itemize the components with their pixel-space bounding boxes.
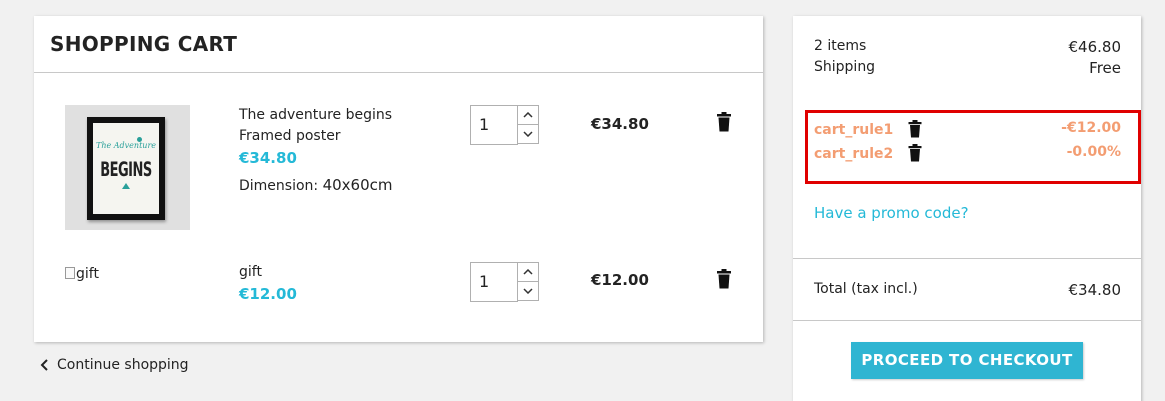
- quantity-increase-button[interactable]: [517, 105, 539, 125]
- quantity-input[interactable]: 1: [470, 262, 518, 302]
- chevron-left-icon: [40, 359, 48, 371]
- discount-value: -€12.00: [1061, 120, 1121, 136]
- product-image-adventure-poster[interactable]: The Adventure BEGINS: [65, 105, 190, 230]
- quantity-decrease-button[interactable]: [517, 281, 539, 301]
- continue-shopping-link[interactable]: Continue shopping: [40, 357, 189, 373]
- total-label: Total (tax incl.): [814, 281, 918, 297]
- cart-divider: [34, 72, 763, 73]
- broken-image-icon: [65, 267, 75, 279]
- cart-panel: SHOPPING CART The Adventure BEGINS The a…: [34, 16, 763, 342]
- poster-art-word: BEGINS: [100, 159, 152, 182]
- product-unit-price: €12.00: [239, 285, 297, 303]
- trash-icon[interactable]: [716, 269, 732, 289]
- items-subtotal-value: €46.80: [1068, 38, 1122, 56]
- product-attribute: Dimension: 40x60cm: [239, 176, 393, 194]
- promo-code-link[interactable]: Have a promo code?: [814, 204, 969, 222]
- product-image-gift[interactable]: gift: [65, 266, 99, 282]
- summary-divider: [793, 258, 1141, 259]
- product-name-link[interactable]: The adventure begins: [239, 107, 392, 123]
- discount-value: -0.00%: [1066, 144, 1121, 160]
- cart-summary: 2 items €46.80 Shipping Free cart_rule1 …: [793, 16, 1141, 401]
- items-count-label: 2 items: [814, 38, 867, 54]
- discount-row: cart_rule2 -0.00%: [814, 144, 1121, 162]
- shipping-label: Shipping: [814, 59, 876, 75]
- quantity-increase-button[interactable]: [517, 262, 539, 282]
- attribute-value: 40x60cm: [322, 176, 393, 194]
- proceed-to-checkout-button[interactable]: PROCEED TO CHECKOUT: [851, 342, 1083, 379]
- image-alt-text: gift: [76, 266, 99, 282]
- cart-title: SHOPPING CART: [50, 32, 238, 56]
- quantity-decrease-button[interactable]: [517, 124, 539, 144]
- items-subtotal-row: 2 items €46.80: [814, 38, 1122, 56]
- quantity-input[interactable]: 1: [470, 105, 518, 145]
- shipping-row: Shipping Free: [814, 59, 1121, 77]
- continue-shopping-label: Continue shopping: [57, 357, 189, 373]
- line-total: €12.00: [591, 271, 649, 289]
- chevron-up-icon: [523, 269, 533, 275]
- line-total: €34.80: [591, 115, 649, 133]
- trash-icon[interactable]: [716, 112, 732, 132]
- trash-icon[interactable]: [908, 120, 922, 138]
- quantity-stepper[interactable]: 1: [470, 262, 540, 302]
- total-value: €34.80: [1068, 281, 1122, 299]
- chevron-down-icon: [523, 131, 533, 137]
- chevron-down-icon: [523, 288, 533, 294]
- chevron-up-icon: [523, 112, 533, 118]
- quantity-stepper[interactable]: 1: [470, 105, 540, 145]
- discount-name: cart_rule2: [814, 146, 894, 162]
- attribute-label: Dimension:: [239, 178, 319, 194]
- product-unit-price: €34.80: [239, 149, 297, 167]
- poster-art-script: The Adventure: [96, 141, 156, 150]
- discount-row: cart_rule1 -€12.00: [814, 120, 1121, 138]
- product-subtitle: Framed poster: [239, 128, 341, 144]
- total-row: Total (tax incl.) €34.80: [814, 281, 1122, 299]
- poster-mat: The Adventure BEGINS: [93, 123, 159, 214]
- summary-divider: [793, 320, 1141, 321]
- poster-frame: The Adventure BEGINS: [87, 117, 165, 220]
- trash-icon[interactable]: [908, 144, 922, 162]
- shipping-value: Free: [1089, 59, 1121, 77]
- mountain-icon: [122, 183, 130, 189]
- product-name-link[interactable]: gift: [239, 264, 262, 280]
- discount-name: cart_rule1: [814, 122, 894, 138]
